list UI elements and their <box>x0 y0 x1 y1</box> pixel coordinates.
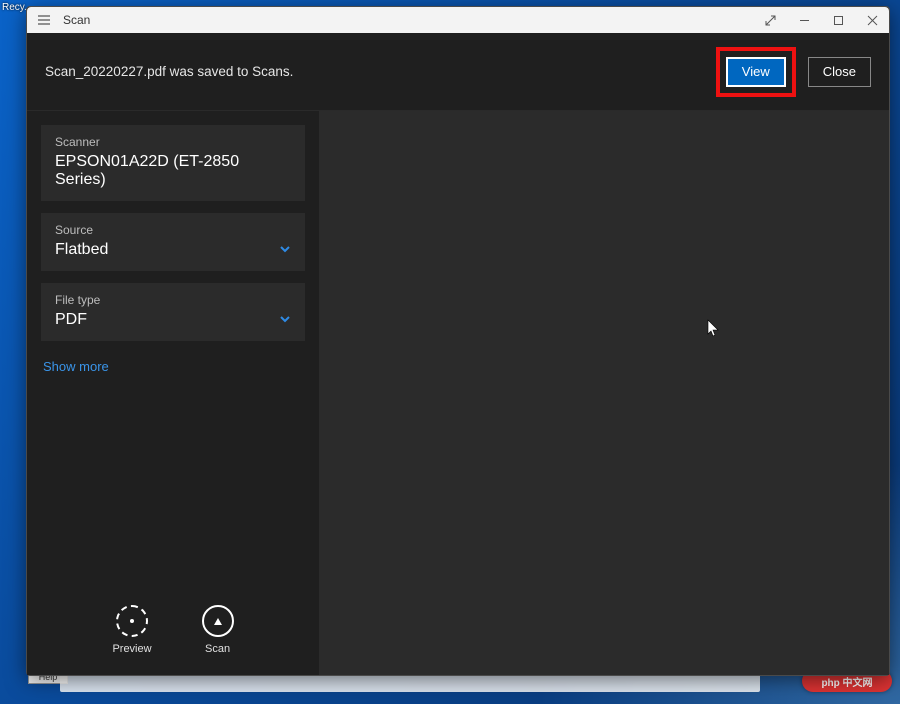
close-button[interactable]: Close <box>808 57 871 87</box>
highlight-annotation: View <box>716 47 796 97</box>
preview-caption: Preview <box>112 643 151 655</box>
expand-button[interactable] <box>753 7 787 33</box>
scanner-value: EPSON01A22D (ET-2850 Series) <box>55 153 291 189</box>
scanner-setting[interactable]: Scanner EPSON01A22D (ET-2850 Series) <box>41 125 305 201</box>
source-value: Flatbed <box>55 241 108 259</box>
close-window-button[interactable] <box>855 7 889 33</box>
action-row: Preview Scan <box>41 597 305 661</box>
preview-icon <box>116 605 148 637</box>
view-button[interactable]: View <box>726 57 786 87</box>
expand-icon <box>765 15 776 26</box>
hamburger-icon <box>37 13 51 27</box>
chevron-down-icon <box>279 313 291 328</box>
maximize-icon <box>833 15 844 26</box>
scanner-label: Scanner <box>55 135 291 149</box>
scan-action[interactable]: Scan <box>202 605 234 655</box>
minimize-icon <box>799 15 810 26</box>
filetype-label: File type <box>55 293 291 307</box>
source-setting[interactable]: Source Flatbed <box>41 213 305 271</box>
filetype-setting[interactable]: File type PDF <box>41 283 305 341</box>
settings-sidebar: Scanner EPSON01A22D (ET-2850 Series) Sou… <box>27 111 319 675</box>
notification-bar: Scan_20220227.pdf was saved to Scans. Vi… <box>27 33 889 111</box>
scan-icon <box>202 605 234 637</box>
preview-area <box>319 111 889 675</box>
close-icon <box>867 15 878 26</box>
window-body: Scanner EPSON01A22D (ET-2850 Series) Sou… <box>27 111 889 675</box>
show-more-link[interactable]: Show more <box>41 353 305 380</box>
scan-caption: Scan <box>205 643 230 655</box>
mouse-cursor-icon <box>707 319 719 337</box>
app-title: Scan <box>61 13 90 27</box>
notification-buttons: View Close <box>716 47 871 97</box>
preview-action[interactable]: Preview <box>112 605 151 655</box>
notification-message: Scan_20220227.pdf was saved to Scans. <box>45 64 293 79</box>
filetype-value: PDF <box>55 311 87 329</box>
maximize-button[interactable] <box>821 7 855 33</box>
titlebar: Scan <box>27 7 889 33</box>
scan-app-window: Scan Scan_20220227.pdf was saved to Scan… <box>26 6 890 676</box>
minimize-button[interactable] <box>787 7 821 33</box>
chevron-down-icon <box>279 243 291 258</box>
source-label: Source <box>55 223 291 237</box>
menu-button[interactable] <box>27 7 61 33</box>
